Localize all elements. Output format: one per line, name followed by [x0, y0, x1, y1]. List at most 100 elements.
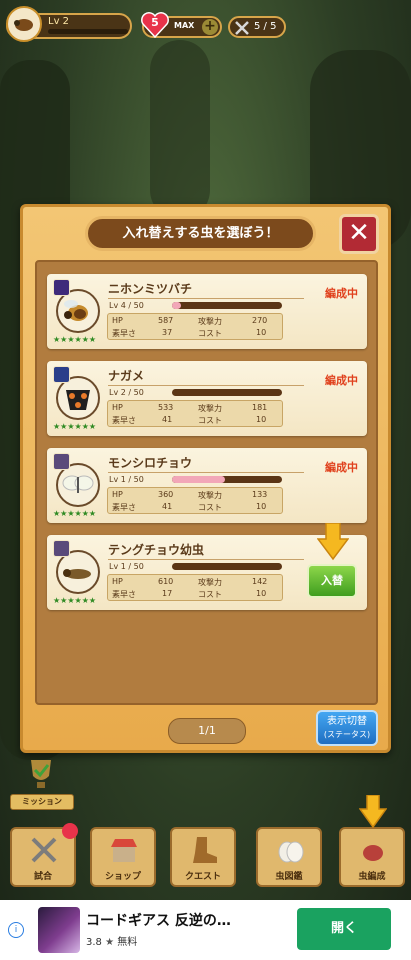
heart-stamina[interactable]: 5 MAX + [141, 12, 222, 39]
atk-label: 攻撃力 [198, 491, 222, 500]
ad-title: コードギアス 反逆の… [86, 913, 231, 929]
shop-icon [111, 839, 137, 862]
open-button[interactable]: 開く [297, 908, 391, 950]
trophy-icon [31, 760, 51, 788]
view-toggle-sublabel: (ステータス) [323, 730, 371, 739]
bug-stats: HP 587 攻撃力 270 素早さ 37 コスト 10 [107, 313, 283, 340]
cost-value: 10 [256, 415, 267, 424]
dialog-title: 入れ替えする虫を選ぼう！ [85, 216, 316, 251]
view-toggle-button[interactable]: 表示切替 (ステータス) [316, 710, 378, 746]
type-badge-icon [53, 366, 70, 383]
rarity-stars: ★★★★★★ [53, 335, 97, 344]
bug-list: ★★★★★★ ニホンミツバチ Lv 4 / 50 HP 587 攻撃力 270 … [35, 260, 378, 705]
swords-icon [31, 837, 57, 863]
battle-counter[interactable]: 5 / 5 [228, 16, 286, 38]
spd-label: 素早さ [112, 590, 136, 599]
ad-app-icon [38, 907, 80, 953]
atk-value: 181 [252, 403, 268, 412]
spd-label: 素早さ [112, 329, 136, 338]
type-badge-icon [53, 540, 70, 557]
bug-stats: HP 610 攻撃力 142 素早さ 17 コスト 10 [107, 574, 283, 601]
bug-card[interactable]: ★★★★★★ テングチョウ幼虫 Lv 1 / 50 HP 610 攻撃力 142… [47, 523, 367, 610]
exp-fill [172, 302, 181, 309]
add-heart-button[interactable]: + [202, 19, 218, 35]
bug-stats: HP 533 攻撃力 181 素早さ 41 コスト 10 [107, 400, 283, 427]
down-arrow-icon [317, 523, 349, 561]
swords-icon [235, 21, 249, 35]
view-toggle-label: 表示切替 [327, 716, 367, 727]
close-button[interactable]: ✕ [339, 214, 379, 254]
menu-match[interactable]: 試合 [10, 823, 78, 887]
menu-shop[interactable]: ショップ [90, 827, 156, 887]
bug-level: Lv 2 / 50 [109, 388, 144, 397]
rarity-stars: ★★★★★★ [53, 596, 97, 605]
level-indicator[interactable]: Lv 2 [6, 6, 132, 42]
rating-value: 3.8 [86, 937, 102, 948]
exp-bar [172, 389, 282, 396]
bug-level: Lv 1 / 50 [109, 475, 144, 484]
hp-value: 610 [158, 577, 174, 586]
exp-fill [172, 476, 225, 483]
status-bar: Lv 2 5 MAX + 5 / 5 [0, 0, 411, 50]
max-label: MAX [174, 21, 195, 30]
exp-bar [172, 476, 282, 483]
level-text: Lv 2 [48, 16, 70, 27]
bug-card[interactable]: ★★★★★★ ニホンミツバチ Lv 4 / 50 HP 587 攻撃力 270 … [47, 274, 367, 349]
hp-label: HP [112, 577, 123, 586]
hp-value: 587 [158, 316, 174, 325]
info-icon[interactable]: i [8, 922, 24, 938]
hp-label: HP [112, 316, 123, 325]
egg-icon [278, 841, 304, 863]
menu-label: クエスト [184, 872, 221, 882]
star-icon: ★ [105, 937, 115, 948]
cost-label: コスト [198, 329, 222, 338]
hp-label: HP [112, 403, 123, 412]
bug-stats: HP 360 攻撃力 133 素早さ 41 コスト 10 [107, 487, 283, 514]
cost-label: コスト [198, 416, 222, 425]
mission-button[interactable]: ミッション [10, 758, 74, 810]
swap-bug-dialog: 入れ替えする虫を選ぼう！ ✕ ★★★★★★ ニホンミツバチ Lv 4 / 50 … [20, 204, 391, 753]
boot-icon [193, 837, 217, 863]
exp-bar [172, 563, 282, 570]
battle-count: 5 / 5 [254, 21, 277, 32]
bug-card[interactable]: ★★★★★★ モンシロチョウ Lv 1 / 50 HP 360 攻撃力 133 … [47, 448, 367, 523]
beetle-icon [363, 845, 383, 861]
menu-label: 試合 [33, 872, 52, 882]
bug-name: ナガメ [108, 367, 304, 386]
rarity-stars: ★★★★★★ [53, 509, 97, 518]
bug-card[interactable]: ★★★★★★ ナガメ Lv 2 / 50 HP 533 攻撃力 181 素早さ … [47, 361, 367, 436]
atk-label: 攻撃力 [198, 404, 222, 413]
cost-label: コスト [198, 503, 222, 512]
menu-label: ショップ [104, 872, 141, 882]
spd-value: 41 [162, 415, 173, 424]
rarity-stars: ★★★★★★ [53, 422, 97, 431]
menu-quest[interactable]: クエスト [170, 827, 236, 887]
menu-label: 虫編成 [358, 872, 386, 882]
type-badge-icon [53, 279, 70, 296]
spd-value: 41 [162, 502, 173, 511]
atk-value: 133 [252, 490, 268, 499]
bug-level: Lv 4 / 50 [109, 301, 144, 310]
level-progress [48, 29, 128, 34]
swap-button[interactable]: 入替 [307, 564, 357, 598]
spd-label: 素早さ [112, 503, 136, 512]
price-label: 無料 [117, 937, 138, 948]
atk-value: 142 [252, 577, 268, 586]
down-arrow-icon [359, 795, 387, 829]
spd-value: 17 [162, 589, 173, 598]
ad-rating: 3.8 ★ 無料 [86, 933, 137, 948]
menu-bug-team[interactable]: 虫編成 [339, 795, 405, 887]
atk-value: 270 [252, 316, 268, 325]
menu-bug-book[interactable]: 虫図鑑 [256, 827, 322, 887]
in-party-status: 編成中 [325, 287, 358, 300]
ad-banner[interactable]: i コードギアス 反逆の… 3.8 ★ 無料 開く [0, 900, 411, 960]
bug-level: Lv 1 / 50 [109, 562, 144, 571]
hp-value: 533 [158, 403, 174, 412]
in-party-status: 編成中 [325, 461, 358, 474]
atk-label: 攻撃力 [198, 578, 222, 587]
lock-icon [62, 823, 78, 839]
cost-value: 10 [256, 328, 267, 337]
page-indicator: 1/1 [168, 718, 246, 744]
spd-label: 素早さ [112, 416, 136, 425]
exp-bar [172, 302, 282, 309]
